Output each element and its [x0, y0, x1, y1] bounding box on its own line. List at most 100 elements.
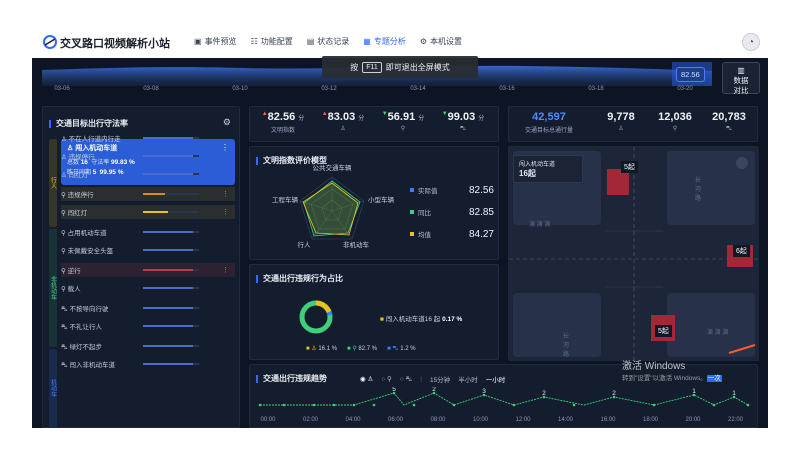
interval-15min[interactable]: 15分钟 — [430, 374, 450, 384]
violation-item[interactable]: ⚲ 违规停行 ⋮ — [61, 187, 235, 201]
more-icon[interactable]: ⋮ — [222, 190, 229, 198]
nav-item-events[interactable]: ▣ 事件预览 — [194, 36, 237, 47]
user-avatar[interactable]: ◔ — [742, 33, 760, 51]
settings-gear-icon[interactable]: ⚙ — [223, 117, 231, 128]
violation-item[interactable]: ⚲ 占用机动车道 — [61, 225, 235, 239]
radio-nonmotor[interactable]: ○ ⚲ — [381, 375, 392, 383]
trend-peak-label: 5 — [392, 387, 396, 393]
violation-bar — [143, 193, 199, 195]
compliance-panel-title: 交通目标出行守法率 — [49, 120, 128, 128]
map-zone-label: 演 演 演 — [529, 222, 551, 228]
violation-item[interactable]: ♙ 不在人行道内行走 — [61, 131, 235, 145]
stat-motor-traffic: 20,783 ⛍ — [701, 111, 757, 133]
car-icon: ⛍ — [725, 126, 733, 132]
timeline-date-label: 03-12 — [321, 86, 337, 92]
radar-axis-label: 工程车辆 — [272, 195, 299, 204]
radio-motor[interactable]: ○ ⛍ — [400, 375, 412, 384]
settings-icon: ⚙ — [419, 37, 428, 46]
violation-bar — [143, 155, 199, 157]
radar-chart: 公共交通车辆 小型车辆 非机动车 行人 工程车辆 — [272, 163, 395, 249]
map-zone-label: 演 演 演 — [707, 330, 729, 336]
trend-peak-label: 1 — [692, 388, 696, 395]
more-icon[interactable]: ⋮ — [222, 208, 229, 216]
map-marker-label: 6起 — [733, 245, 750, 257]
trend-x-label: 16:00 — [600, 417, 616, 423]
pedestrian-icon: ♙ — [618, 126, 624, 132]
donut-chart — [299, 300, 333, 334]
interval-1hour[interactable]: 一小时 — [486, 374, 506, 384]
violation-item[interactable]: ⚲ 逆行 ⋮ — [61, 263, 235, 277]
violation-bar — [143, 363, 199, 365]
bicycle-icon: ⚲ — [672, 126, 678, 132]
violation-item[interactable]: ⚲ 载人 — [61, 281, 235, 295]
timeline-date-label: 03-06 — [54, 86, 70, 92]
violation-item[interactable]: ⚲ 闯红灯 ⋮ — [61, 205, 235, 219]
side-label-motor: 机动车 — [49, 349, 57, 427]
event-icon: ▣ — [194, 37, 202, 46]
top-bar: 交叉路口视频解析小站 ▣ 事件预览 ☷ 功能配置 ▤ 状态记录 ▦ 专题分析 ⚙ 本机设置… — [32, 26, 768, 58]
trend-x-label: 06:00 — [388, 417, 404, 423]
radar-legend-actual: 实际值 82.56 — [410, 185, 494, 196]
radar-legend-avg: 均值 84.27 — [410, 229, 494, 240]
timeline-date-label: 03-18 — [588, 86, 604, 92]
activation-watermark-sub: 转到"设置"以激活 Windows。一次 — [622, 375, 722, 382]
stat-nonmotor-index: ▼56.91 分 ⚲ — [374, 111, 432, 132]
interval-30min[interactable]: 半小时 — [458, 374, 478, 384]
violation-item[interactable]: ⛍ 绿灯不起步 — [61, 339, 235, 353]
f11-key: F11 — [362, 61, 382, 73]
fullscreen-toast: 按 F11 即可退出全屏模式 — [322, 56, 478, 78]
stat-pedestrian-index: ▲83.03 分 ♙ — [314, 111, 372, 132]
traffic-stats: 42,597 交通目标总通行量 9,778 ♙ 12,036 ⚲ 20,783 … — [508, 106, 758, 142]
analysis-icon: ▦ — [363, 37, 371, 46]
radar-axis-label: 公共交通车辆 — [313, 163, 353, 172]
nav-item-config[interactable]: ☷ 功能配置 — [251, 36, 293, 47]
stat-total-traffic: 42,597 交通目标总通行量 — [524, 111, 573, 134]
side-label-pedestrian: 行人 — [49, 139, 57, 227]
civility-model-panel: 文明指数评价模型 公共交通车辆 小型车辆 非机动车 行人 工程车辆 实际值 82.… — [249, 146, 499, 260]
data-compare-button[interactable]: ▥ 数据 对比 — [722, 62, 760, 95]
pedestrian-icon: ♙ — [340, 126, 346, 132]
nav-item-analysis[interactable]: ▦ 专题分析 — [363, 36, 406, 47]
radio-pedestrian[interactable]: ◉ ♙ — [360, 375, 373, 383]
timeline-date-label: 03-16 — [499, 86, 515, 92]
violation-bar — [143, 269, 199, 271]
trend-peak-label: 3 — [482, 388, 486, 395]
timeline-date-label: 03-20 — [677, 86, 693, 92]
violation-bar — [143, 137, 199, 139]
donut-breakdown: ■ ♙ 16.1 % ■ ⚲ 82.7 % ■ ⛍ 1.2 % — [306, 346, 416, 352]
stat-nonmotor-traffic: 12,036 ⚲ — [647, 111, 703, 132]
radar-legend-yoy: 同比 82.85 — [410, 207, 494, 218]
app-window: 交叉路口视频解析小站 ▣ 事件预览 ☷ 功能配置 ▤ 状态记录 ▦ 专题分析 ⚙ 本机设置… — [32, 26, 768, 428]
trend-x-label: 12:00 — [515, 417, 531, 423]
timeline-date-label: 03-14 — [410, 86, 426, 92]
violation-item[interactable]: ⛍ 不礼让行人 — [61, 319, 235, 333]
violation-item[interactable]: ⛍ 闯入非机动车道 — [61, 357, 235, 371]
nav-item-settings[interactable]: ⚙ 本机设置 — [420, 36, 462, 47]
app-logo-icon — [43, 35, 57, 49]
violation-item[interactable]: ⛍ 不按导向行驶 — [61, 301, 235, 315]
trend-x-label: 14:00 — [558, 417, 574, 423]
violation-bar — [143, 287, 199, 289]
trend-peak-label: 2 — [612, 390, 616, 397]
record-icon: ▤ — [306, 37, 315, 46]
violation-item[interactable]: ⚲ 未佩戴安全头盔 — [61, 243, 235, 257]
bicycle-icon: ⚲ — [400, 126, 406, 132]
trend-x-label: 00:00 — [260, 417, 276, 423]
trend-x-label: 18:00 — [643, 417, 659, 423]
stat-motor-index: ▼99.03 分 ⛍ — [434, 111, 492, 133]
car-icon: ⛍ — [459, 126, 467, 132]
intersection-map[interactable]: 闯入机动车道 16起 5起 6起 5起 演 演 演 演 演 演 长 河 路 长 … — [508, 146, 759, 361]
main-nav: ▣ 事件预览 ☷ 功能配置 ▤ 状态记录 ▦ 专题分析 ⚙ 本机设置 — [194, 36, 462, 47]
violation-item[interactable]: ♙ 闯红灯 — [61, 167, 235, 181]
trend-controls: ◉ ♙ ○ ⚲ ○ ⛍ | 15分钟 半小时 一小时 — [360, 374, 506, 385]
violation-bar — [143, 345, 199, 347]
nav-item-records[interactable]: ▤ 状态记录 — [307, 36, 350, 47]
donut-title: 交通出行违规行为占比 — [256, 275, 343, 283]
trend-peak-label: 2 — [542, 390, 546, 397]
side-label-nonmotor: 非机动车 — [49, 229, 57, 347]
violation-item[interactable]: ♙ 违规停行 — [61, 149, 235, 163]
more-icon[interactable]: ⋮ — [222, 266, 229, 274]
map-marker-label: 5起 — [621, 161, 638, 173]
radar-axis-label: 小型车辆 — [368, 195, 395, 204]
app-title: 交叉路口视频解析小站 — [60, 38, 170, 50]
